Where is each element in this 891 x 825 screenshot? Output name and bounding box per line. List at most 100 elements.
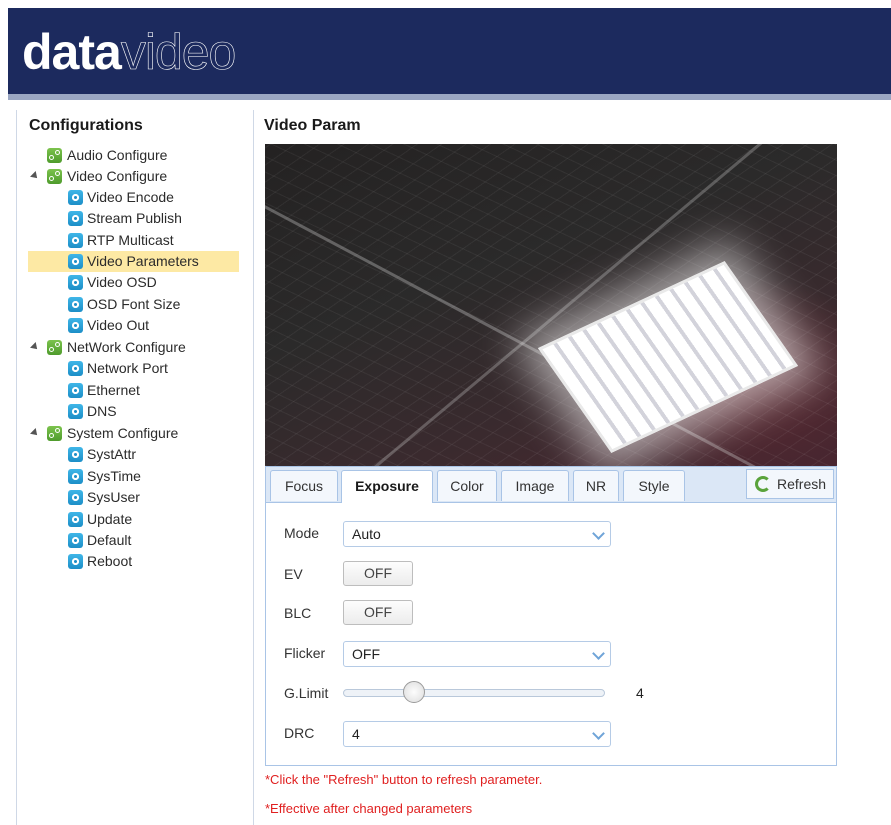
settings-item-icon — [68, 404, 83, 419]
tree-item-sysuser[interactable]: SysUser — [65, 487, 225, 508]
param-panel: Focus Exposure Color Image NR Style Refr… — [265, 466, 837, 766]
tree-item-systattr[interactable]: SystAttr — [65, 444, 225, 465]
ev-label: EV — [284, 566, 303, 582]
settings-item-icon — [68, 490, 83, 505]
tab-style[interactable]: Style — [623, 470, 685, 501]
tree-item-label: SysUser — [87, 489, 140, 505]
tree-item-label: SystAttr — [87, 446, 137, 462]
settings-item-icon — [68, 275, 83, 290]
settings-item-icon — [68, 211, 83, 226]
blc-label: BLC — [284, 605, 312, 621]
tab-nr[interactable]: NR — [573, 470, 619, 501]
settings-group-icon — [47, 148, 62, 163]
chevron-down-icon — [592, 727, 605, 740]
settings-item-icon — [68, 361, 83, 376]
tree-item-ethernet[interactable]: Ethernet — [65, 380, 225, 401]
page-title: Video Param — [264, 117, 361, 134]
flicker-select[interactable]: OFF — [343, 641, 611, 667]
tab-image[interactable]: Image — [501, 470, 569, 501]
tree-item-video-out[interactable]: Video Out — [65, 315, 225, 336]
tree-item-label: Video Parameters — [87, 253, 199, 269]
tree-item-update[interactable]: Update — [65, 509, 225, 530]
tab-focus[interactable]: Focus — [270, 470, 338, 501]
flicker-label: Flicker — [284, 645, 326, 661]
chevron-down-icon — [592, 527, 605, 540]
tree-group-label: Audio Configure — [67, 147, 168, 163]
drc-value: 4 — [352, 726, 360, 742]
logo-bold-text: data — [22, 24, 122, 80]
drc-label: DRC — [284, 725, 315, 741]
tree-item-label: Update — [87, 511, 133, 527]
settings-item-icon — [68, 254, 83, 269]
tree-item-osd-font-size[interactable]: OSD Font Size — [65, 294, 225, 315]
tree-item-label: Video OSD — [87, 274, 157, 290]
settings-group-icon — [47, 340, 62, 355]
tree-item-label: SysTime — [87, 468, 141, 484]
expand-arrow-icon[interactable] — [30, 171, 40, 181]
tree-item-label: RTP Multicast — [87, 232, 174, 248]
tab-color[interactable]: Color — [437, 470, 497, 501]
tree-group-network-configure[interactable]: NetWork Configure — [29, 337, 229, 358]
tree-item-video-encode[interactable]: Video Encode — [65, 187, 225, 208]
tab-bar: Focus Exposure Color Image NR Style Refr… — [266, 467, 836, 503]
effective-note: *Effective after changed parameters — [265, 801, 473, 816]
sidebar: Configurations Audio Configure Video Con… — [16, 110, 254, 825]
refresh-icon — [755, 476, 771, 492]
settings-item-icon — [68, 447, 83, 462]
video-preview — [265, 144, 837, 466]
chevron-down-icon — [592, 647, 605, 660]
glimit-slider-track[interactable] — [343, 689, 605, 697]
tree-group-label: NetWork Configure — [67, 339, 186, 355]
tree-group-audio-configure[interactable]: Audio Configure — [43, 145, 223, 166]
tree-item-label: Video Encode — [87, 189, 174, 205]
tree-item-default[interactable]: Default — [65, 530, 225, 551]
settings-group-icon — [47, 426, 62, 441]
tree-item-video-parameters[interactable]: Video Parameters — [28, 251, 239, 272]
tree-item-label: Network Port — [87, 360, 168, 376]
tree-item-rtp-multicast[interactable]: RTP Multicast — [65, 230, 225, 251]
flicker-value: OFF — [352, 646, 380, 662]
settings-item-icon — [68, 533, 83, 548]
datavideo-logo: datavideo — [22, 24, 237, 81]
settings-item-icon — [68, 190, 83, 205]
refresh-label: Refresh — [777, 476, 827, 492]
tab-exposure[interactable]: Exposure — [341, 470, 433, 503]
settings-item-icon — [68, 318, 83, 333]
tree-item-label: DNS — [87, 403, 117, 419]
expand-arrow-icon[interactable] — [30, 342, 40, 352]
mode-label: Mode — [284, 525, 320, 541]
tree-item-systime[interactable]: SysTime — [65, 466, 225, 487]
refresh-hint-note: *Click the "Refresh" button to refresh p… — [265, 772, 543, 787]
tree-group-label: System Configure — [67, 425, 179, 441]
drc-select[interactable]: 4 — [343, 721, 611, 747]
tree-item-stream-publish[interactable]: Stream Publish — [65, 208, 225, 229]
tree-item-label: Reboot — [87, 553, 133, 569]
settings-item-icon — [68, 297, 83, 312]
header-divider — [8, 94, 891, 100]
tree-group-label: Video Configure — [67, 168, 168, 184]
tree-item-reboot[interactable]: Reboot — [65, 551, 225, 572]
settings-item-icon — [68, 383, 83, 398]
tree-item-video-osd[interactable]: Video OSD — [65, 272, 225, 293]
settings-item-icon — [68, 512, 83, 527]
tree-item-dns[interactable]: DNS — [65, 401, 225, 422]
settings-item-icon — [68, 554, 83, 569]
mode-value: Auto — [352, 526, 381, 542]
tree-item-network-port[interactable]: Network Port — [65, 358, 225, 379]
tree-item-label: Default — [87, 532, 132, 548]
glimit-value: 4 — [636, 685, 644, 701]
logo-thin-text: video — [120, 24, 237, 81]
settings-item-icon — [68, 469, 83, 484]
blc-toggle-button[interactable]: OFF — [343, 600, 413, 625]
ev-toggle-button[interactable]: OFF — [343, 561, 413, 586]
expand-arrow-icon[interactable] — [30, 428, 40, 438]
glimit-slider-handle[interactable] — [402, 681, 425, 703]
mode-select[interactable]: Auto — [343, 521, 611, 547]
tree-item-label: OSD Font Size — [87, 296, 181, 312]
tree-item-label: Ethernet — [87, 382, 140, 398]
tree-group-system-configure[interactable]: System Configure — [29, 423, 229, 444]
sidebar-title: Configurations — [29, 117, 143, 134]
tree-item-label: Stream Publish — [87, 210, 182, 226]
refresh-button[interactable]: Refresh — [746, 469, 834, 499]
tree-group-video-configure[interactable]: Video Configure — [29, 166, 229, 187]
